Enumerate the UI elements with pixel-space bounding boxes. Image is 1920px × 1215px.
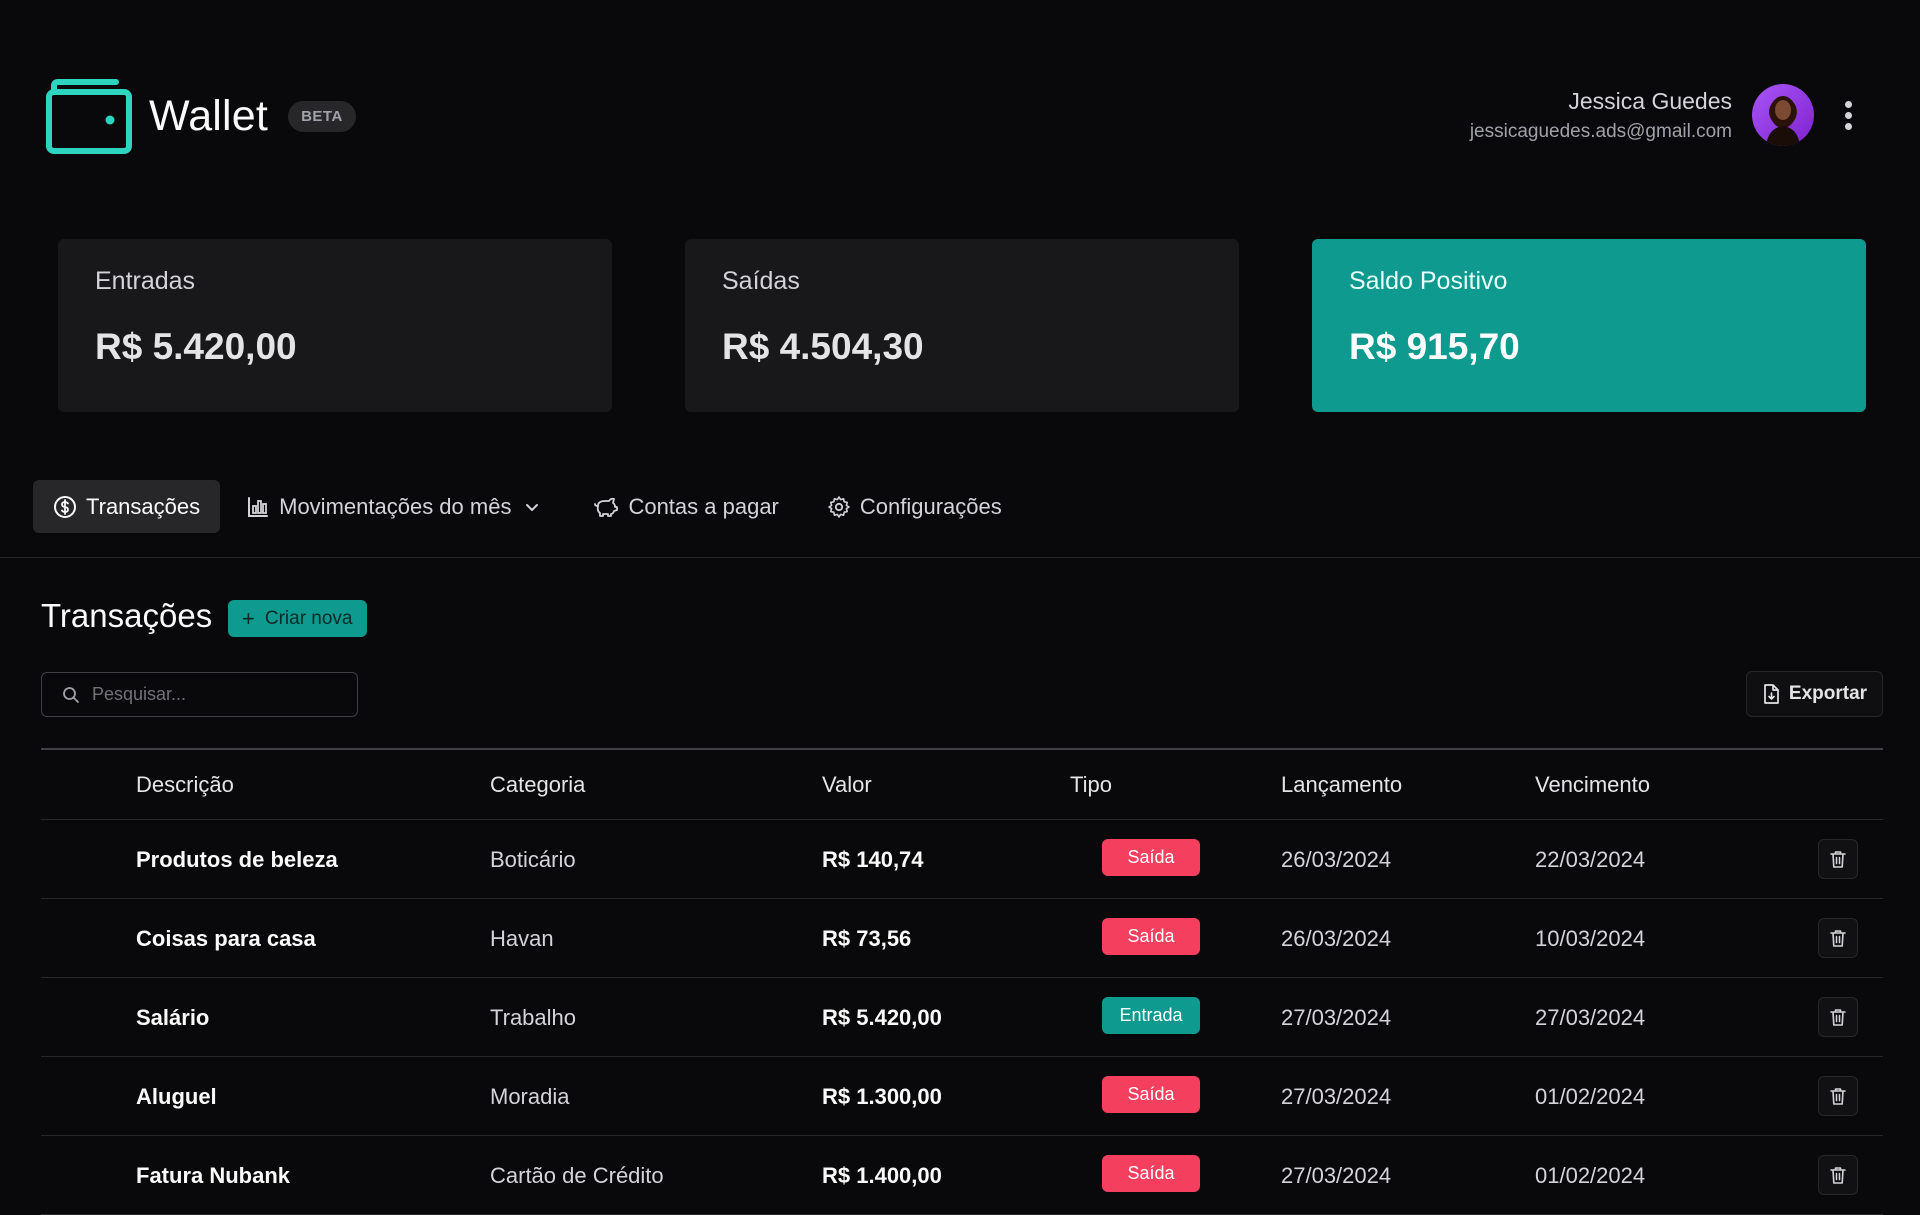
cell-descricao: Produtos de beleza [136,847,338,872]
cell-categoria: Cartão de Crédito [490,1163,664,1188]
tab-contas-a-pagar[interactable]: Contas a pagar [573,480,798,533]
brand: Wallet BETA [46,78,356,154]
search-input[interactable] [90,683,340,706]
trash-icon [1830,1009,1846,1026]
type-badge: Entrada [1102,997,1200,1034]
cell-lancamento: 27/03/2024 [1281,1084,1392,1109]
table-row[interactable]: Produtos de beleza Boticário R$ 140,74 S… [41,820,1883,899]
tab-configuracoes[interactable]: Configurações [807,480,1022,533]
column-header-valor[interactable]: Valor [822,750,872,820]
user-email: jessicaguedes.ads@gmail.com [1469,120,1732,142]
user-menu: Jessica Guedes jessicaguedes.ads@gmail.c… [1470,84,1860,146]
delete-button[interactable] [1818,839,1858,879]
chevron-down-icon [526,503,539,511]
main-tabs: Transações Movimentações do mês Contas a… [33,480,1022,533]
dollar-circle-icon [54,495,76,518]
cell-categoria: Boticário [490,847,576,872]
cell-vencimento: 01/02/2024 [1535,1084,1646,1109]
cell-lancamento: 27/03/2024 [1281,1005,1392,1030]
tabs-divider [0,557,1920,558]
user-name: Jessica Guedes [1568,87,1732,114]
trash-icon [1830,930,1846,947]
search-icon [63,686,79,703]
cell-valor: R$ 5.420,00 [822,1005,942,1030]
trash-icon [1830,851,1846,868]
type-badge: Saída [1102,918,1200,955]
type-badge: Saída [1102,839,1200,876]
column-header-descricao[interactable]: Descrição [136,750,234,820]
cell-lancamento: 27/03/2024 [1281,1163,1392,1188]
file-export-icon [1764,684,1779,704]
cell-categoria: Havan [490,926,554,951]
trash-icon [1830,1088,1846,1105]
expenses-card: Saídas R$ 4.504,30 [685,239,1239,412]
table-header: Descrição Categoria Valor Tipo Lançament… [41,748,1883,820]
cell-valor: R$ 1.400,00 [822,1163,942,1188]
export-button[interactable]: Exportar [1746,671,1883,717]
cell-lancamento: 26/03/2024 [1281,847,1392,872]
table-row[interactable]: Aluguel Moradia R$ 1.300,00 Saída 27/03/… [41,1057,1883,1136]
cell-descricao: Aluguel [136,1084,217,1109]
cell-vencimento: 27/03/2024 [1535,1005,1646,1030]
table-row[interactable]: Fatura Nubank Cartão de Crédito R$ 1.400… [41,1136,1883,1215]
delete-button[interactable] [1818,997,1858,1037]
tab-label: Contas a pagar [628,493,779,519]
cell-categoria: Trabalho [490,1005,577,1030]
column-header-categoria[interactable]: Categoria [490,750,585,820]
beta-badge: BETA [288,100,356,132]
balance-value: R$ 915,70 [1349,326,1520,367]
cell-categoria: Moradia [490,1084,570,1109]
table-row[interactable]: Salário Trabalho R$ 5.420,00 Entrada 27/… [41,978,1883,1057]
tab-transacoes[interactable]: Transações [33,480,221,533]
gear-icon [828,495,850,518]
delete-button[interactable] [1818,918,1858,958]
expenses-label: Saídas [722,267,800,295]
income-card: Entradas R$ 5.420,00 [58,239,612,412]
tab-label: Movimentações do mês [279,493,512,519]
plus-icon: + [242,605,255,631]
more-options-icon[interactable] [1836,95,1860,135]
cell-vencimento: 01/02/2024 [1535,1163,1646,1188]
balance-card: Saldo Positivo R$ 915,70 [1312,239,1866,412]
cell-vencimento: 22/03/2024 [1535,847,1646,872]
wallet-logo-icon [46,79,132,154]
search-box [41,672,358,717]
type-badge: Saída [1102,1076,1200,1113]
expenses-value: R$ 4.504,30 [722,326,924,367]
create-new-button[interactable]: + Criar nova [228,600,367,637]
tab-label: Configurações [859,493,1002,519]
cell-vencimento: 10/03/2024 [1535,926,1646,951]
section-title: Transações [41,597,213,634]
cell-valor: R$ 140,74 [822,847,924,872]
income-label: Entradas [95,267,196,295]
app-header: Wallet BETA Jessica Guedes jessicaguedes… [0,0,1920,232]
income-value: R$ 5.420,00 [95,326,297,367]
cell-valor: R$ 1.300,00 [822,1084,942,1109]
trash-icon [1830,1167,1846,1184]
piggy-bank-icon [594,497,619,517]
balance-label: Saldo Positivo [1349,267,1508,295]
cell-descricao: Salário [136,1005,210,1030]
brand-name: Wallet [149,91,269,140]
cell-valor: R$ 73,56 [822,926,912,951]
cell-descricao: Coisas para casa [136,926,316,951]
delete-button[interactable] [1818,1076,1858,1116]
tab-movimentacoes[interactable]: Movimentações do mês [226,480,561,533]
column-header-tipo[interactable]: Tipo [1070,750,1112,820]
avatar[interactable] [1752,84,1814,146]
cell-lancamento: 26/03/2024 [1281,926,1392,951]
create-new-label: Criar nova [264,607,353,629]
user-info: Jessica Guedes jessicaguedes.ads@gmail.c… [1470,88,1732,143]
transactions-table: Descrição Categoria Valor Tipo Lançament… [41,748,1883,1215]
bar-chart-icon [248,496,269,517]
avatar-person-icon [1766,96,1800,146]
cell-descricao: Fatura Nubank [136,1163,291,1188]
column-header-lancamento[interactable]: Lançamento [1281,750,1402,820]
type-badge: Saída [1102,1155,1200,1192]
tab-label: Transações [86,493,201,519]
delete-button[interactable] [1818,1155,1858,1195]
table-row[interactable]: Coisas para casa Havan R$ 73,56 Saída 26… [41,899,1883,978]
export-label: Exportar [1788,683,1868,704]
column-header-vencimento[interactable]: Vencimento [1535,750,1650,820]
